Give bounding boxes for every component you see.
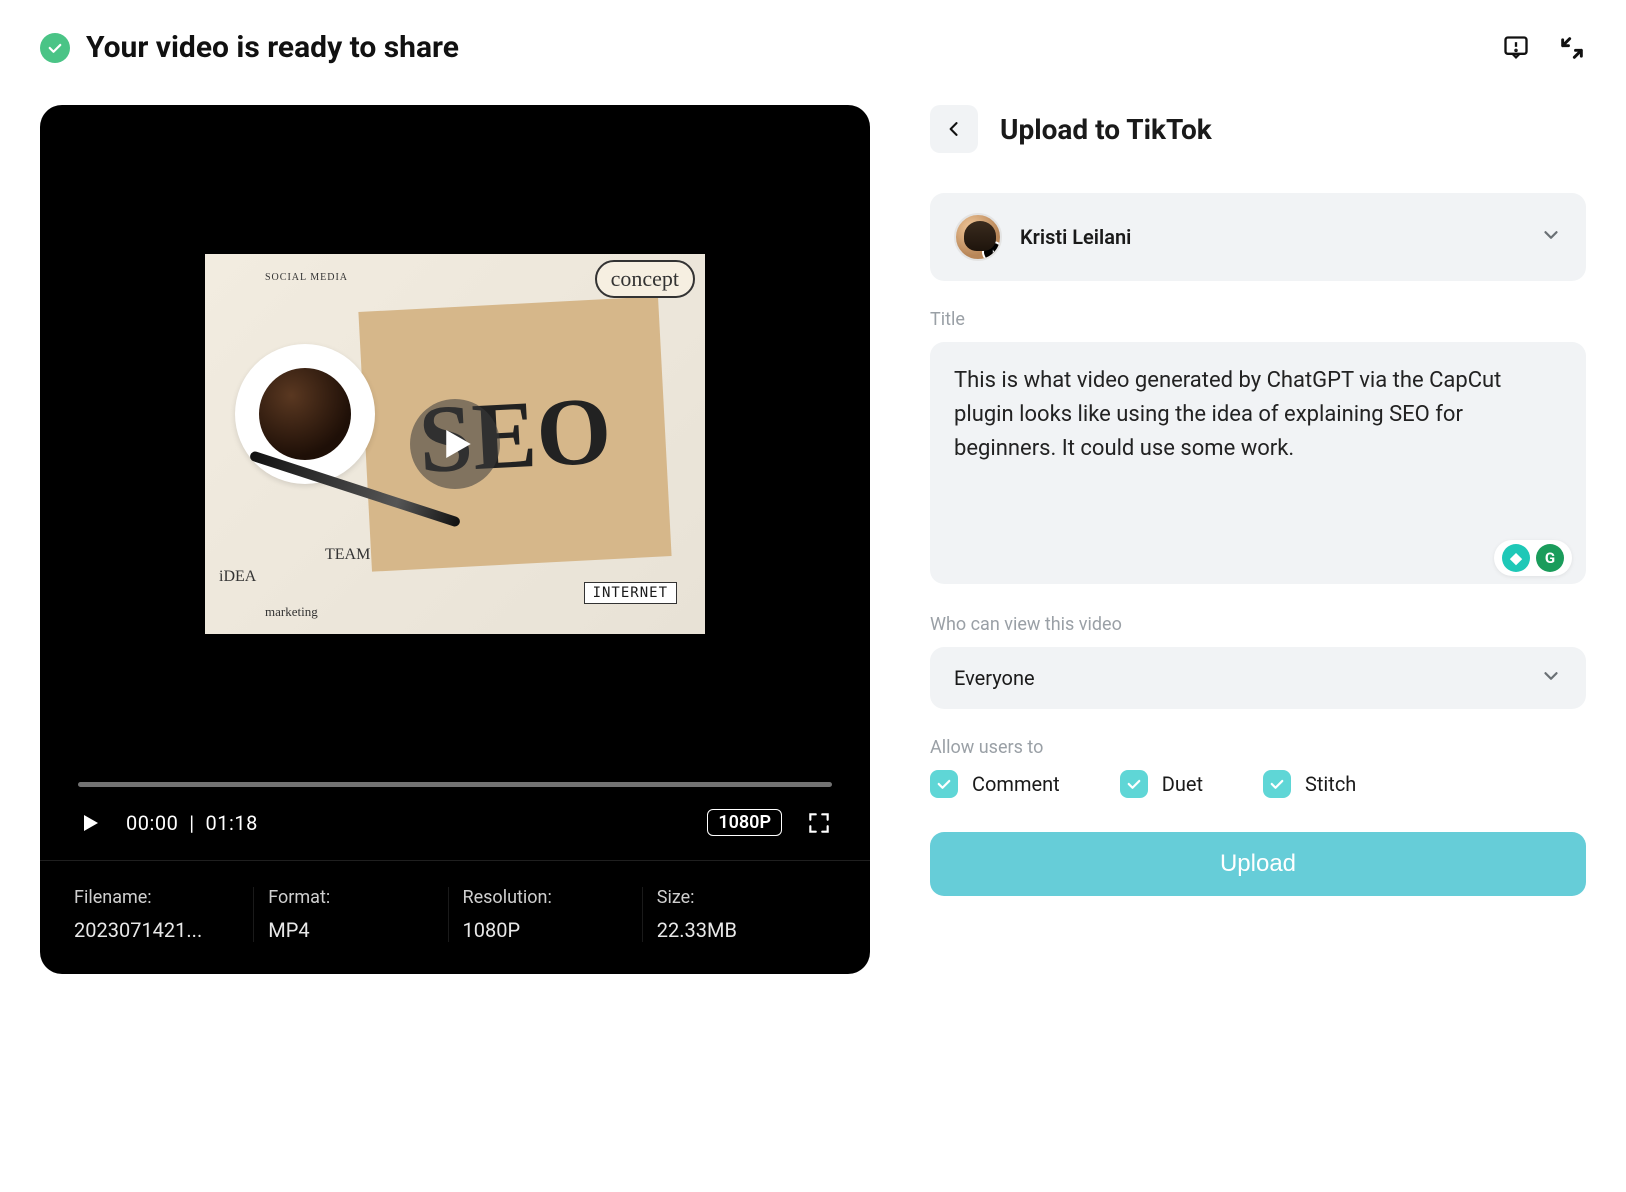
meta-label: Filename: (74, 887, 239, 908)
thumbnail-coffee-cup (235, 344, 375, 484)
play-button[interactable] (78, 811, 102, 835)
allow-label: Allow users to (930, 737, 1586, 758)
account-selector[interactable]: ♪ Kristi Leilani (930, 193, 1586, 281)
thumbnail-social-text: SOCIAL MEDIA (265, 272, 348, 283)
meta-value: 2023071421... (74, 918, 239, 942)
controls-row: 00:00 | 01:18 1080P (78, 809, 832, 836)
title-input-box[interactable]: 145/150 ◆ G (930, 342, 1586, 584)
page-title: Your video is ready to share (86, 30, 459, 65)
panel-header: Upload to TikTok (930, 105, 1586, 153)
meta-size: Size: 22.33MB (643, 887, 836, 942)
check-circle-icon (40, 33, 70, 63)
time-current: 00:00 (126, 811, 178, 835)
header-left: Your video is ready to share (40, 30, 459, 65)
video-thumbnail: SEO concept iDEA TEAM marketing SOCIAL M… (205, 254, 705, 634)
thumbnail-idea-text: iDEA (219, 568, 256, 586)
meta-label: Format: (268, 887, 433, 908)
time-sep: | (184, 811, 206, 835)
permissions-row: Comment Duet Stitch (930, 770, 1586, 798)
time-display: 00:00 | 01:18 (126, 811, 258, 835)
meta-label: Resolution: (463, 887, 628, 908)
meta-label: Size: (657, 887, 822, 908)
title-label: Title (930, 309, 1586, 330)
thumbnail-team-text: TEAM (325, 546, 370, 564)
main: SEO concept iDEA TEAM marketing SOCIAL M… (40, 105, 1586, 974)
checkbox-checked-icon (1263, 770, 1291, 798)
account-name: Kristi Leilani (1020, 225, 1522, 249)
progress-bar[interactable] (78, 782, 832, 787)
video-preview: SEO concept iDEA TEAM marketing SOCIAL M… (40, 105, 870, 860)
header-right (1502, 34, 1586, 62)
video-meta-row: Filename: 2023071421... Format: MP4 Reso… (40, 860, 870, 974)
perm-duet[interactable]: Duet (1120, 770, 1203, 798)
view-label: Who can view this video (930, 614, 1586, 635)
play-overlay-button[interactable] (410, 399, 500, 489)
thumbnail-concept-cloud: concept (595, 260, 695, 298)
feedback-icon[interactable] (1502, 34, 1530, 62)
back-button[interactable] (930, 105, 978, 153)
chevron-down-icon (1540, 665, 1562, 691)
perm-comment[interactable]: Comment (930, 770, 1060, 798)
meta-resolution: Resolution: 1080P (449, 887, 643, 942)
grammarly-diamond-icon: ◆ (1502, 544, 1530, 572)
privacy-value: Everyone (954, 666, 1035, 690)
perm-label: Duet (1162, 772, 1203, 796)
meta-value: 1080P (463, 918, 628, 942)
time-total: 01:18 (206, 811, 258, 835)
title-textarea[interactable] (954, 364, 1562, 534)
collapse-icon[interactable] (1558, 34, 1586, 62)
avatar: ♪ (954, 213, 1002, 261)
meta-value: MP4 (268, 918, 433, 942)
meta-value: 22.33MB (657, 918, 822, 942)
top-bar: Your video is ready to share (40, 30, 1586, 65)
player-controls: 00:00 | 01:18 1080P (40, 782, 870, 860)
controls-right: 1080P (707, 809, 832, 836)
video-thumb-wrap: SEO concept iDEA TEAM marketing SOCIAL M… (40, 105, 870, 782)
perm-label: Stitch (1305, 772, 1356, 796)
thumbnail-internet-tag: INTERNET (584, 582, 677, 604)
fullscreen-button[interactable] (806, 810, 832, 836)
meta-filename: Filename: 2023071421... (74, 887, 254, 942)
grammarly-g-icon: G (1536, 544, 1564, 572)
thumbnail-marketing-text: marketing (265, 604, 318, 620)
privacy-select[interactable]: Everyone (930, 647, 1586, 709)
grammarly-widget[interactable]: ◆ G (1494, 540, 1572, 576)
left-column: SEO concept iDEA TEAM marketing SOCIAL M… (40, 105, 870, 974)
perm-stitch[interactable]: Stitch (1263, 770, 1356, 798)
panel-title: Upload to TikTok (1000, 113, 1212, 146)
video-card: SEO concept iDEA TEAM marketing SOCIAL M… (40, 105, 870, 974)
chevron-down-icon (1540, 224, 1562, 250)
checkbox-checked-icon (930, 770, 958, 798)
checkbox-checked-icon (1120, 770, 1148, 798)
meta-format: Format: MP4 (254, 887, 448, 942)
thumbnail-seo-paper: SEO (358, 296, 671, 571)
controls-left: 00:00 | 01:18 (78, 811, 258, 835)
upload-button[interactable]: Upload (930, 832, 1586, 896)
tiktok-badge-icon: ♪ (982, 241, 1002, 261)
perm-label: Comment (972, 772, 1060, 796)
resolution-badge[interactable]: 1080P (707, 809, 782, 836)
upload-panel: Upload to TikTok ♪ Kristi Leilani Title … (930, 105, 1586, 974)
